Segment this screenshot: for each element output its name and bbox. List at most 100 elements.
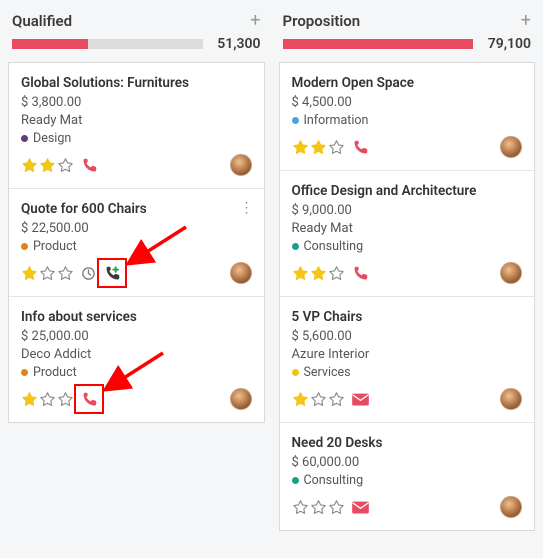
tag-label: Product (33, 365, 77, 380)
priority-stars[interactable] (292, 499, 345, 516)
star-icon[interactable] (310, 391, 327, 408)
envelope-icon[interactable] (351, 392, 370, 407)
tag-label: Information (304, 113, 369, 128)
card-actions (21, 390, 99, 409)
priority-stars[interactable] (292, 265, 345, 282)
avatar[interactable] (230, 262, 252, 284)
star-icon[interactable] (57, 265, 74, 282)
priority-stars[interactable] (292, 391, 345, 408)
card-amount: $ 22,500.00 (21, 221, 252, 236)
kanban-card[interactable]: Modern Open Space $ 4,500.00 Information (280, 63, 535, 171)
star-icon[interactable] (292, 499, 309, 516)
card-title: Modern Open Space (292, 75, 523, 91)
star-icon[interactable] (310, 139, 327, 156)
card-amount: $ 60,000.00 (292, 455, 523, 470)
column-header: Qualified+ (8, 10, 265, 36)
star-icon[interactable] (39, 265, 56, 282)
avatar[interactable] (500, 262, 522, 284)
kanban-card[interactable]: Need 20 Desks $ 60,000.00 Consulting (280, 423, 535, 530)
kanban-card[interactable]: 5 VP Chairs $ 5,600.00 Azure Interior Servi… (280, 297, 535, 423)
tag-label: Services (304, 365, 351, 380)
kanban-card[interactable]: ⋮Quote for 600 Chairs$ 22,500.00Product (9, 189, 264, 297)
card-footer (292, 136, 523, 158)
card-amount: $ 9,000.00 (292, 203, 523, 218)
tag-dot-icon (292, 117, 299, 124)
card-actions (292, 391, 370, 408)
card-title: Need 20 Desks (292, 435, 523, 451)
plus-icon[interactable]: + (250, 12, 260, 30)
phone-icon[interactable] (351, 264, 370, 283)
card-tag: Product (21, 365, 252, 380)
tag-label: Design (33, 131, 71, 146)
tag-label: Consulting (304, 473, 364, 488)
kanban-card[interactable]: Office Design and Architecture $ 9,000.00… (280, 171, 535, 297)
card-tag: Product (21, 239, 252, 254)
card-actions (292, 138, 370, 157)
star-icon[interactable] (21, 391, 38, 408)
priority-stars[interactable] (21, 391, 74, 408)
phone-icon[interactable] (351, 138, 370, 157)
card-title: 5 VP Chairs (292, 309, 523, 325)
card-customer: Azure Interior (292, 347, 523, 362)
card-amount: $ 4,500.00 (292, 95, 523, 110)
card-amount: $ 25,000.00 (21, 329, 252, 344)
star-icon[interactable] (328, 499, 345, 516)
tag-dot-icon (21, 369, 28, 376)
star-icon[interactable] (292, 139, 309, 156)
tag-label: Product (33, 239, 77, 254)
phone-icon[interactable] (80, 156, 99, 175)
tag-label: Consulting (304, 239, 364, 254)
kanban-column: Proposition+79,100 Modern Open Space $ 4,5… (279, 10, 536, 531)
star-icon[interactable] (57, 391, 74, 408)
tag-dot-icon (292, 477, 299, 484)
avatar[interactable] (500, 496, 522, 518)
card-list: Modern Open Space $ 4,500.00 Information O… (279, 62, 536, 531)
star-icon[interactable] (21, 265, 38, 282)
clock-icon[interactable] (80, 265, 97, 282)
card-amount: $ 5,600.00 (292, 329, 523, 344)
star-icon[interactable] (39, 157, 56, 174)
envelope-icon[interactable] (351, 500, 370, 515)
star-icon[interactable] (57, 157, 74, 174)
card-footer (292, 262, 523, 284)
avatar[interactable] (500, 136, 522, 158)
card-tag: Design (21, 131, 252, 146)
column-total: 79,100 (481, 36, 531, 52)
column-header: Proposition+ (279, 10, 536, 36)
star-icon[interactable] (292, 391, 309, 408)
star-icon[interactable] (292, 265, 309, 282)
phone-icon[interactable] (80, 390, 99, 409)
card-tag: Consulting (292, 239, 523, 254)
star-icon[interactable] (310, 265, 327, 282)
avatar[interactable] (230, 388, 252, 410)
card-customer: Ready Mat (292, 221, 523, 236)
priority-stars[interactable] (21, 157, 74, 174)
tag-dot-icon (21, 243, 28, 250)
star-icon[interactable] (310, 499, 327, 516)
card-customer: Deco Addict (21, 347, 252, 362)
card-actions (292, 264, 370, 283)
tag-dot-icon (292, 369, 299, 376)
card-footer (21, 154, 252, 176)
kanban-card[interactable]: Global Solutions: Furnitures$ 3,800.00Re… (9, 63, 264, 189)
priority-stars[interactable] (21, 265, 74, 282)
priority-stars[interactable] (292, 139, 345, 156)
avatar[interactable] (500, 388, 522, 410)
plus-icon[interactable]: + (521, 12, 531, 30)
card-tag: Services (292, 365, 523, 380)
star-icon[interactable] (21, 157, 38, 174)
kanban-card[interactable]: Info about services$ 25,000.00Deco Addic… (9, 297, 264, 422)
card-tag: Information (292, 113, 523, 128)
star-icon[interactable] (328, 139, 345, 156)
card-tag: Consulting (292, 473, 523, 488)
phone-plus-icon[interactable] (103, 264, 122, 283)
kebab-icon[interactable]: ⋮ (240, 201, 254, 215)
card-title: Office Design and Architecture (292, 183, 523, 199)
star-icon[interactable] (328, 265, 345, 282)
card-actions (292, 499, 370, 516)
star-icon[interactable] (39, 391, 56, 408)
avatar[interactable] (230, 154, 252, 176)
star-icon[interactable] (328, 391, 345, 408)
card-footer (21, 262, 252, 284)
card-actions (21, 156, 99, 175)
